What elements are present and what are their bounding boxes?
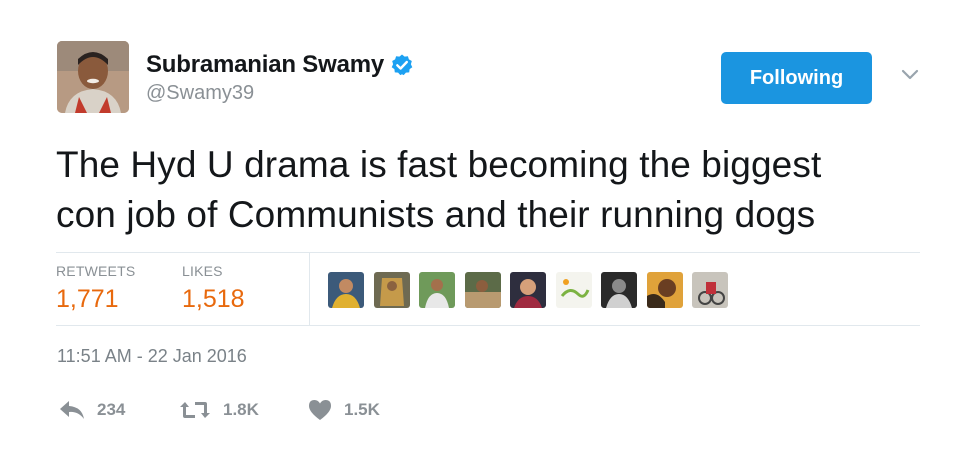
liker-avatar[interactable] <box>373 272 410 308</box>
liker-avatar[interactable] <box>555 272 592 308</box>
liker-avatar[interactable] <box>464 272 501 308</box>
tweet-timestamp[interactable]: 11:51 AM - 22 Jan 2016 <box>57 346 247 367</box>
retweets-label: RETWEETS <box>56 263 136 279</box>
heart-icon <box>308 399 344 421</box>
tweet-card: Subramanian Swamy @Swamy39 Following The… <box>0 0 976 466</box>
author-name[interactable]: Subramanian Swamy <box>146 51 384 79</box>
tweet-text: The Hyd U drama is fast becoming the big… <box>56 140 936 240</box>
retweet-icon <box>179 399 223 421</box>
liker-avatars <box>328 272 738 308</box>
liker-avatar[interactable] <box>328 272 364 308</box>
liker-avatar[interactable] <box>646 272 683 308</box>
retweet-count: 1.8K <box>223 400 259 419</box>
chevron-down-icon[interactable] <box>900 68 920 82</box>
verified-badge-icon <box>390 53 414 77</box>
liker-avatar[interactable] <box>510 272 546 308</box>
divider <box>56 325 920 326</box>
tweet-actions: 234 1.8K 1.5K <box>59 396 459 424</box>
reply-button[interactable]: 234 <box>59 396 125 424</box>
retweet-button[interactable]: 1.8K <box>179 396 259 424</box>
retweets-count: 1,771 <box>56 285 119 313</box>
tweet-text-line: The Hyd U drama is fast becoming the big… <box>56 144 822 185</box>
like-button[interactable]: 1.5K <box>308 396 380 424</box>
reply-icon <box>59 399 97 421</box>
likes-count: 1,518 <box>182 285 245 313</box>
following-button[interactable]: Following <box>721 52 872 104</box>
author-block[interactable]: Subramanian Swamy @Swamy39 <box>146 50 414 105</box>
tweet-text-line: con job of Communists and their running … <box>56 194 816 235</box>
like-count: 1.5K <box>344 400 380 419</box>
likes-label: LIKES <box>182 263 223 279</box>
author-handle[interactable]: @Swamy39 <box>146 82 414 105</box>
stats-separator <box>309 253 310 325</box>
liker-avatar[interactable] <box>419 272 455 308</box>
reply-count: 234 <box>97 400 126 419</box>
likes-stat[interactable]: LIKES 1,518 <box>182 263 245 314</box>
author-avatar[interactable] <box>57 41 129 113</box>
retweets-stat[interactable]: RETWEETS 1,771 <box>56 263 135 314</box>
liker-avatar[interactable] <box>601 272 637 308</box>
tweet-stats: RETWEETS 1,771 LIKES 1,518 <box>56 253 920 325</box>
liker-avatar[interactable] <box>692 272 728 308</box>
